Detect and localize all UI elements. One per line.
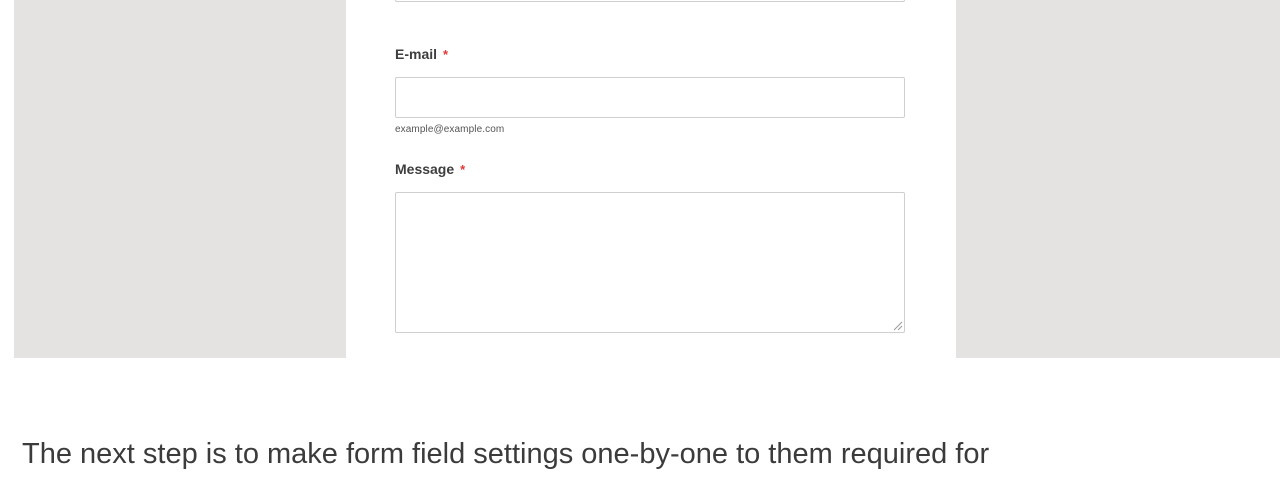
email-sublabel: example@example.com bbox=[395, 124, 505, 135]
email-label: E-mail * bbox=[395, 46, 448, 62]
message-label-text: Message bbox=[395, 161, 455, 177]
form-panel: E-mail * example@example.com Message * bbox=[346, 0, 956, 358]
message-textarea[interactable] bbox=[395, 192, 905, 333]
previous-field-input[interactable] bbox=[395, 0, 905, 2]
email-input[interactable] bbox=[395, 77, 905, 118]
message-required-mark: * bbox=[460, 162, 466, 177]
resize-handle-icon[interactable] bbox=[891, 319, 903, 331]
message-label: Message * bbox=[395, 161, 465, 177]
email-required-mark: * bbox=[443, 47, 449, 62]
email-label-text: E-mail bbox=[395, 46, 438, 62]
article-caption: The next step is to make form field sett… bbox=[22, 438, 990, 470]
screenshot-frame: E-mail * example@example.com Message * bbox=[14, 0, 1280, 358]
